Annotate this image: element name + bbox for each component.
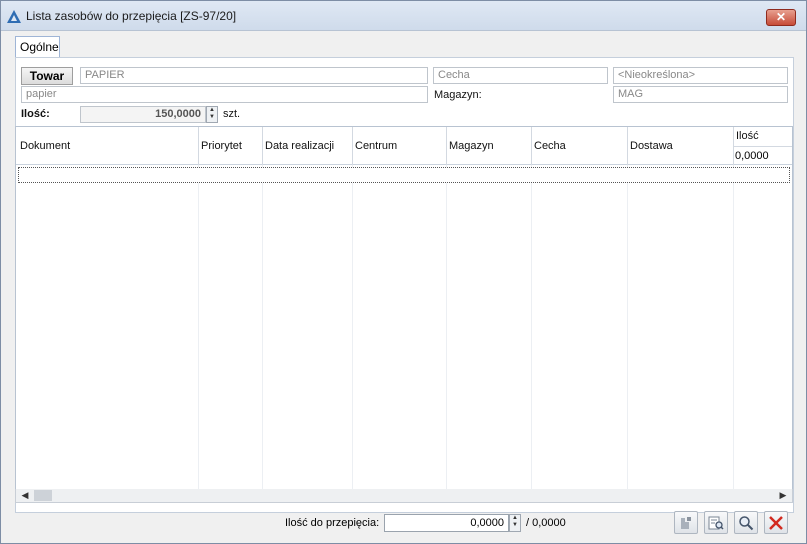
close-icon <box>769 516 783 530</box>
column-header-magazyn[interactable]: Magazyn <box>449 140 494 152</box>
ilosc-label: Ilość: <box>21 108 50 120</box>
table-row[interactable] <box>18 167 790 183</box>
ilosc-unit: szt. <box>223 108 241 120</box>
column-header-centrum[interactable]: Centrum <box>355 140 397 152</box>
ilosc-do-przepiecia-input[interactable]: 0,0000 <box>384 514 509 532</box>
preview-button[interactable] <box>704 511 728 534</box>
cancel-button[interactable] <box>764 511 788 534</box>
scroll-thumb[interactable] <box>34 490 52 501</box>
close-window-button[interactable]: ✕ <box>766 9 796 26</box>
column-header-dostawa[interactable]: Dostawa <box>630 140 673 152</box>
title-bar: Lista zasobów do przepięcia [ZS-97/20] ✕ <box>1 1 806 31</box>
scroll-right-icon[interactable]: ▶ <box>776 489 790 502</box>
przepiecie-spinner[interactable]: ▲ ▼ <box>509 514 521 532</box>
ilosc-input[interactable]: 150,0000 <box>80 106 206 123</box>
column-header-cecha[interactable]: Cecha <box>534 140 566 152</box>
document-search-icon <box>708 516 724 530</box>
towar-name-field[interactable]: papier <box>21 86 428 103</box>
scroll-left-icon[interactable]: ◀ <box>18 489 32 502</box>
ilosc-spinner[interactable]: ▲ ▼ <box>206 106 218 123</box>
resources-grid[interactable]: Dokument Priorytet Data realizacji Centr… <box>15 126 793 490</box>
search-icon <box>739 516 754 531</box>
grid-header: Dokument Priorytet Data realizacji Centr… <box>16 127 792 165</box>
magazyn-label: Magazyn: <box>434 89 482 101</box>
towar-code-field[interactable]: PAPIER <box>80 67 428 84</box>
towar-button[interactable]: Towar <box>21 67 73 85</box>
ilosc-column-total: 0,0000 <box>733 146 792 165</box>
dialog-window: Lista zasobów do przepięcia [ZS-97/20] ✕… <box>0 0 807 544</box>
cecha-field[interactable]: Cecha <box>433 67 608 84</box>
column-header-priorytet[interactable]: Priorytet <box>201 140 242 152</box>
window-title: Lista zasobów do przepięcia [ZS-97/20] <box>26 9 237 23</box>
column-header-ilosc[interactable]: Ilość <box>736 130 759 142</box>
magazyn-field[interactable]: MAG <box>613 86 788 103</box>
column-header-dokument[interactable]: Dokument <box>20 140 70 152</box>
relink-button[interactable] <box>674 511 698 534</box>
app-logo-icon <box>7 10 21 23</box>
cecha-value-field[interactable]: <Nieokreślona> <box>613 67 788 84</box>
horizontal-scrollbar[interactable]: ◀ ▶ <box>15 489 793 503</box>
ilosc-do-przepiecia-label: Ilość do przepięcia: <box>285 517 380 529</box>
relink-icon <box>681 517 691 529</box>
przepiecie-total: / 0,0000 <box>526 517 566 529</box>
column-header-data-realizacji[interactable]: Data realizacji <box>265 140 334 152</box>
tab-ogolne[interactable]: Ogólne <box>15 36 60 58</box>
search-button[interactable] <box>734 511 758 534</box>
